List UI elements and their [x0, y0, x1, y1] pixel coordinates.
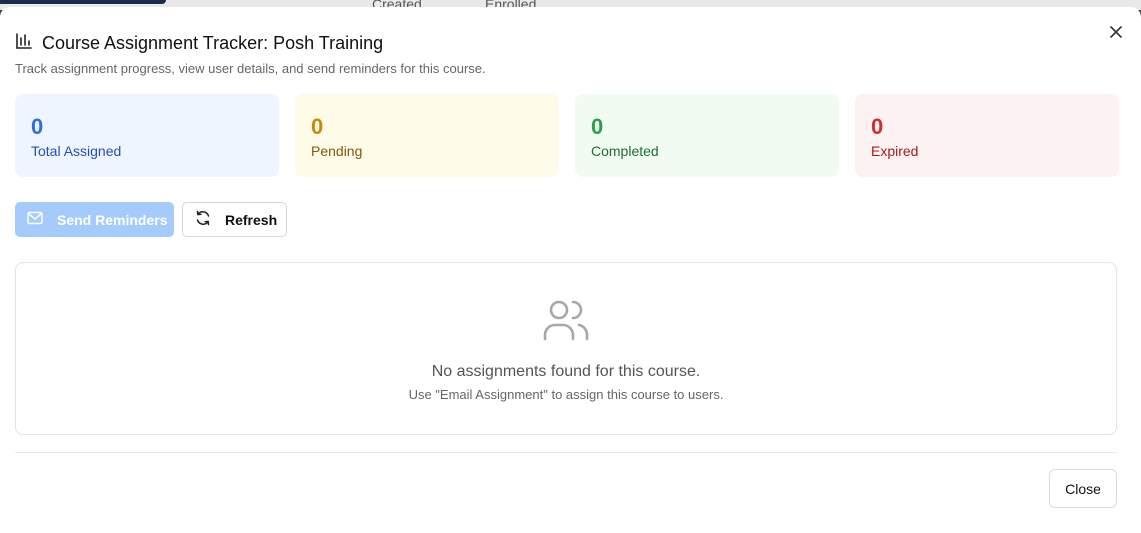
stat-pending: 0 Pending: [295, 94, 559, 177]
dialog-subtitle: Track assignment progress, view user det…: [15, 61, 486, 76]
stat-value: 0: [871, 114, 884, 139]
stat-total-assigned: 0 Total Assigned: [15, 94, 279, 177]
footer-divider: [15, 452, 1117, 453]
dialog-title: Course Assignment Tracker: Posh Training: [42, 33, 384, 53]
stat-label: Total Assigned: [31, 143, 122, 159]
stat-value: 0: [311, 114, 324, 139]
dialog-header: Course Assignment Tracker: Posh Training: [15, 32, 383, 55]
empty-state-subtitle: Use "Email Assignment" to assign this co…: [408, 387, 724, 402]
stat-expired: 0 Expired: [855, 94, 1119, 177]
stats-row: 0 Total Assigned 0 Pending 0 Completed 0…: [15, 94, 1119, 177]
empty-state-title: No assignments found for this course.: [431, 363, 701, 380]
stat-completed: 0 Completed: [575, 94, 839, 177]
course-assignment-dialog: Course Assignment Tracker: Posh Training…: [0, 7, 1141, 533]
refresh-icon: [195, 210, 211, 229]
refresh-label: Refresh: [225, 211, 278, 228]
action-bar: Send Reminders Refresh: [15, 202, 287, 237]
close-button[interactable]: Close: [1049, 469, 1117, 508]
stat-label: Completed: [591, 143, 659, 159]
refresh-button[interactable]: Refresh: [182, 202, 287, 237]
stat-value: 0: [31, 114, 44, 139]
mail-icon: [27, 211, 43, 228]
empty-state-panel: No assignments found for this course. Us…: [15, 262, 1117, 435]
stat-label: Expired: [871, 143, 919, 159]
bar-chart-icon: [15, 32, 33, 55]
stat-label: Pending: [311, 143, 363, 159]
users-icon: [543, 298, 589, 347]
close-icon[interactable]: [1107, 23, 1125, 41]
send-reminders-button[interactable]: Send Reminders: [15, 202, 174, 237]
stat-value: 0: [591, 114, 604, 139]
background-button: [0, 0, 166, 4]
send-reminders-label: Send Reminders: [57, 211, 168, 228]
